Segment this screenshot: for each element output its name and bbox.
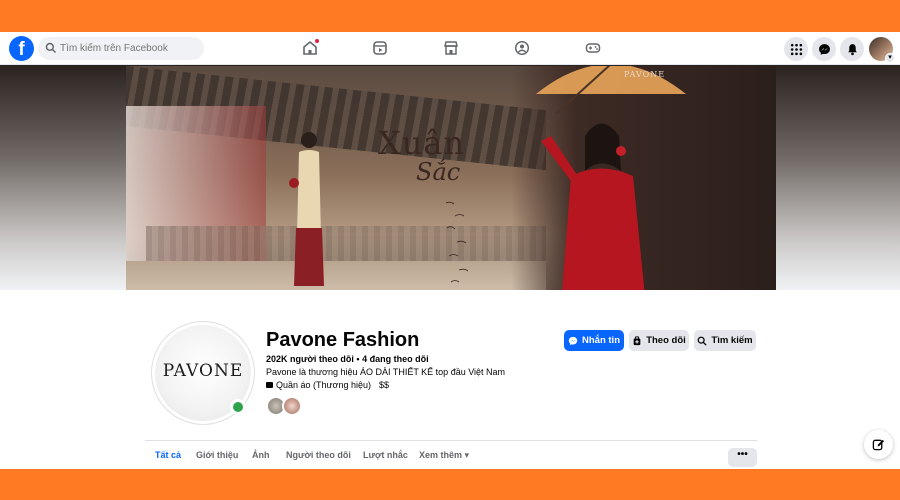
tab-see-more[interactable]: Xem thêm ▾ — [419, 450, 469, 461]
marketplace-icon — [444, 41, 458, 55]
top-navbar: f ▾ — [0, 32, 900, 65]
nav-tab-groups[interactable] — [511, 38, 533, 58]
follow-button[interactable]: Theo dõi — [629, 330, 689, 351]
notification-dot — [314, 38, 320, 44]
message-button-label: Nhắn tin — [582, 335, 620, 346]
messenger-button[interactable] — [812, 37, 836, 61]
page-search-button-label: Tìm kiếm — [711, 335, 753, 346]
video-icon — [373, 41, 387, 55]
price-range: $$ — [378, 380, 389, 390]
follow-button-label: Theo dõi — [646, 335, 686, 346]
tab-photos[interactable]: Ảnh — [252, 450, 270, 460]
briefcase-icon — [266, 381, 273, 388]
cover-brand-mark: PAVONE — [624, 70, 666, 79]
bell-icon — [847, 43, 857, 55]
message-button[interactable]: Nhắn tin — [564, 330, 624, 351]
search-icon — [45, 42, 57, 54]
cover-model-red — [541, 123, 646, 306]
nav-tab-marketplace[interactable] — [440, 38, 462, 58]
edit-icon — [872, 439, 885, 451]
nav-tab-home[interactable] — [299, 38, 321, 58]
new-message-button[interactable] — [864, 430, 893, 459]
profile-card — [0, 290, 900, 469]
search-icon — [698, 336, 708, 346]
nav-tab-video[interactable] — [369, 38, 391, 58]
messenger-icon — [818, 43, 830, 55]
cover-model-cream — [289, 132, 324, 286]
menu-button[interactable] — [784, 37, 808, 61]
messenger-icon — [568, 336, 578, 345]
account-avatar[interactable]: ▾ — [869, 37, 895, 63]
page-title: Pavone Fashion — [266, 329, 420, 351]
facebook-logo[interactable]: f — [9, 36, 34, 61]
cover-photo[interactable]: PAVONE Xuân Sắc — [126, 66, 776, 306]
groups-icon — [514, 40, 530, 56]
page-bio: Pavone là thương hiệu ÁO DÀI THIẾT KẾ to… — [266, 367, 506, 377]
more-options-button[interactable]: ••• — [728, 448, 757, 467]
tab-mentions[interactable]: Lượt nhắc — [363, 450, 408, 460]
cover-title-line1: Xuân — [378, 124, 466, 162]
cover-title-line2: Sắc — [416, 158, 461, 186]
mutual-avatar[interactable] — [282, 396, 302, 416]
online-status-dot — [230, 399, 246, 415]
page-category-row: Quần áo (Thương hiệu) $$ — [266, 380, 389, 390]
facebook-window: f ▾ — [0, 32, 900, 469]
tab-all[interactable]: Tất cả — [155, 450, 181, 460]
profile-logo-text: PAVONE — [162, 361, 244, 381]
search-input[interactable] — [60, 37, 200, 60]
search-box[interactable] — [38, 37, 204, 60]
tab-about[interactable]: Giới thiệu — [196, 450, 238, 460]
tabs-divider — [145, 440, 757, 441]
mutual-followers-avatars[interactable] — [266, 396, 306, 416]
tab-followers[interactable]: Người theo dõi — [286, 450, 351, 460]
followers-count[interactable]: 202K người theo dõi • 4 đang theo dõi — [266, 354, 429, 364]
menu-grid-icon — [790, 43, 802, 55]
follow-icon — [633, 335, 641, 345]
notifications-button[interactable] — [840, 37, 864, 61]
page-category: Quần áo (Thương hiệu) — [276, 380, 371, 390]
gaming-icon — [585, 43, 601, 53]
chevron-down-icon: ▾ — [885, 53, 895, 63]
page-search-button[interactable]: Tìm kiếm — [694, 330, 756, 351]
nav-tab-gaming[interactable] — [582, 38, 604, 58]
cover-calligraphy-decoration — [441, 198, 491, 292]
